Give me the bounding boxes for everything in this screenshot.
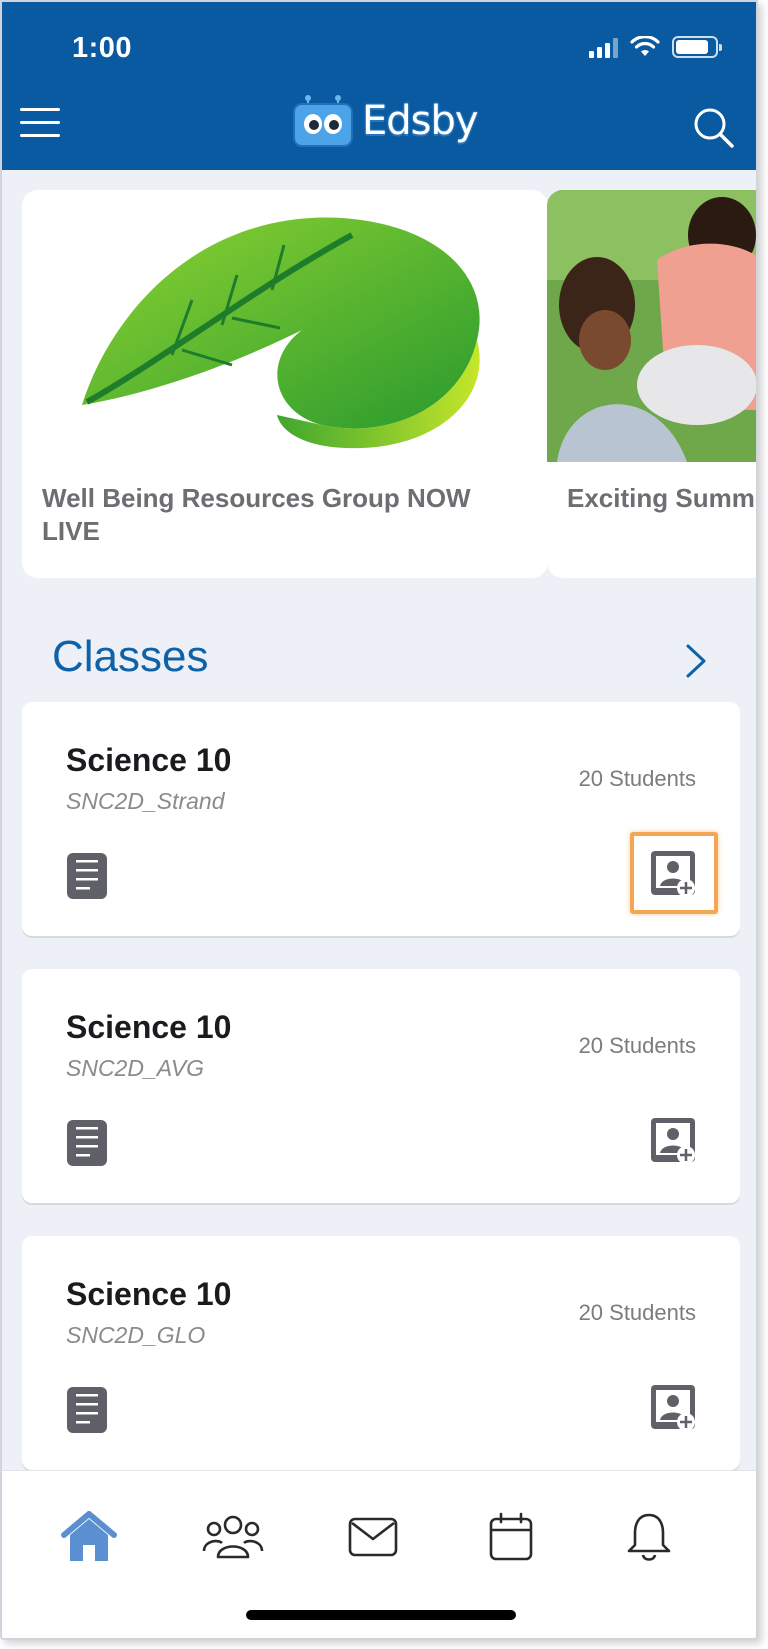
battery-icon: [672, 36, 722, 58]
class-name: Science 10: [66, 1009, 232, 1045]
classes-heading: Classes: [52, 632, 209, 681]
class-card[interactable]: Science 10 SNC2D_GLO 20 Students: [22, 1236, 740, 1470]
home-icon[interactable]: [56, 1507, 122, 1567]
news-card[interactable]: Exciting Summer Opportunities: [547, 190, 756, 578]
document-icon[interactable]: [66, 1119, 108, 1167]
leaf-image: [82, 217, 480, 449]
student-count: 20 Students: [578, 766, 696, 791]
add-photo-icon[interactable]: [650, 850, 698, 898]
student-count: 20 Students: [578, 1033, 696, 1058]
logo-text: Edsby: [362, 98, 479, 144]
app-header: 1:00 Edsby: [2, 2, 756, 170]
children-photo-image: [547, 190, 756, 462]
add-photo-icon[interactable]: [650, 1384, 698, 1432]
class-code: SNC2D_Strand: [66, 788, 225, 814]
bottom-tab-bar: [2, 1470, 756, 1638]
class-code: SNC2D_GLO: [66, 1322, 206, 1348]
class-name: Science 10: [66, 1276, 232, 1312]
calendar-icon[interactable]: [478, 1507, 544, 1567]
status-time: 1:00: [72, 32, 133, 64]
document-icon[interactable]: [66, 1386, 108, 1434]
phone-screen: 1:00 Edsby Well Being Resources Group NO…: [0, 0, 758, 1640]
status-icons: [589, 36, 722, 58]
add-photo-icon[interactable]: [650, 1117, 698, 1165]
class-name: Science 10: [66, 742, 232, 778]
edsby-mascot-icon: [293, 95, 353, 147]
wifi-icon: [630, 36, 660, 56]
student-count: 20 Students: [578, 1300, 696, 1325]
edsby-logo: Edsby: [292, 94, 479, 148]
news-card[interactable]: Well Being Resources Group NOW LIVE: [22, 190, 548, 578]
document-icon[interactable]: [66, 852, 108, 900]
class-card[interactable]: Science 10 SNC2D_AVG 20 Students: [22, 969, 740, 1203]
people-icon[interactable]: [200, 1507, 266, 1567]
signal-icon: [589, 36, 618, 58]
bell-icon[interactable]: [616, 1507, 682, 1567]
mail-icon[interactable]: [340, 1507, 406, 1567]
chevron-right-icon[interactable]: [682, 642, 710, 680]
hamburger-menu-icon[interactable]: [20, 108, 60, 138]
class-card[interactable]: Science 10 SNC2D_Strand 20 Students: [22, 702, 740, 936]
news-carousel[interactable]: Well Being Resources Group NOW LIVE Exci…: [22, 190, 756, 580]
class-code: SNC2D_AVG: [66, 1055, 205, 1081]
news-title: Exciting Summer Opportunities: [567, 483, 756, 513]
news-title: Well Being Resources Group NOW LIVE: [42, 483, 471, 546]
home-indicator[interactable]: [246, 1610, 516, 1620]
search-icon[interactable]: [692, 106, 736, 150]
